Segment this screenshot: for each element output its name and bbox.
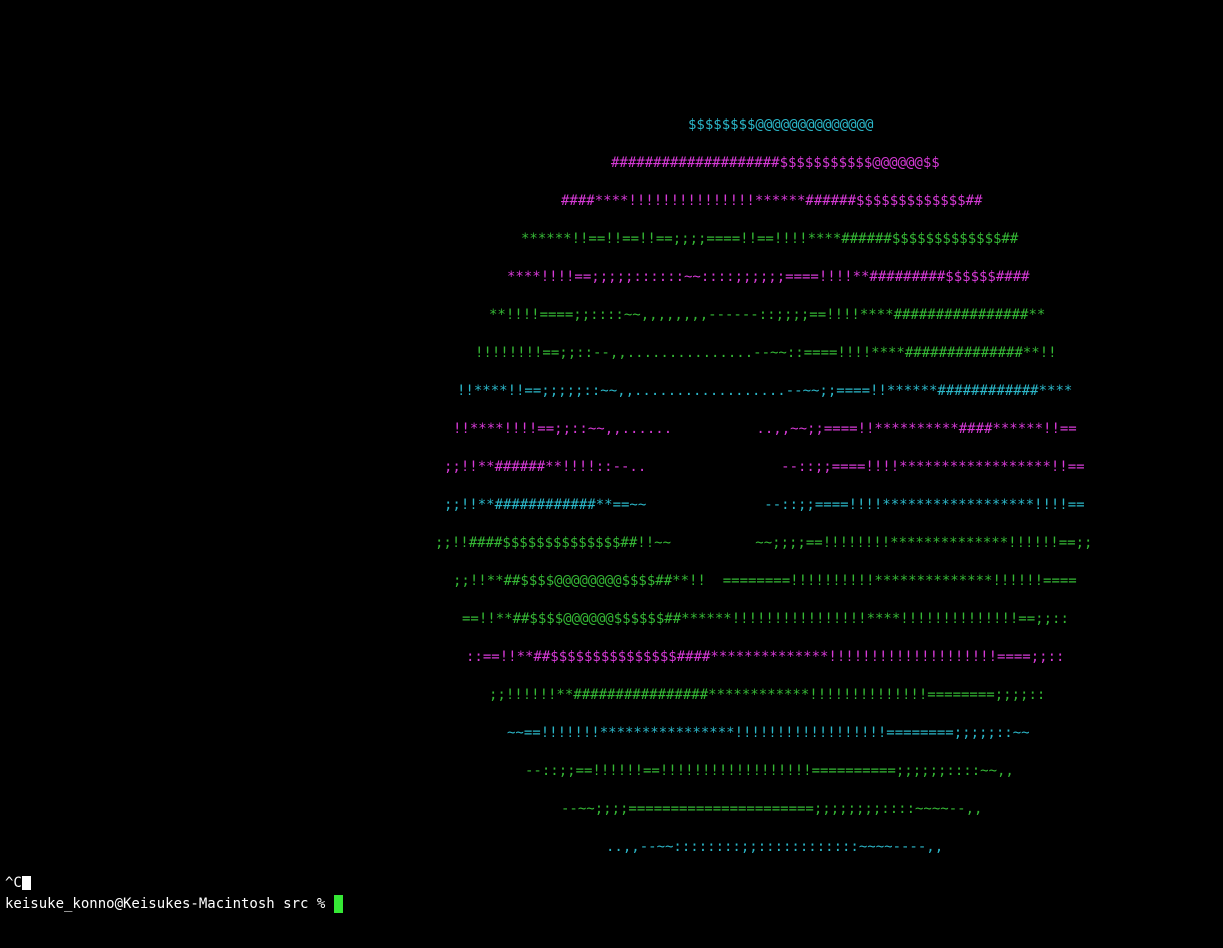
ascii-art-line: ;;!!**##$$$$@@@@@@@@$$$$##**!! ========!… xyxy=(453,573,1077,589)
ascii-art-line: --~~;;;;======================;;;;;;;;::… xyxy=(561,801,983,817)
ascii-art-line: !!****!!==;;;;;::~~,,..................-… xyxy=(457,383,1073,399)
ascii-art-line: ;;!!**######**!!!!::--.. --::;;====!!!!*… xyxy=(444,459,1085,475)
ascii-art-line: ;;!!**############**==~~ --::;;====!!!!*… xyxy=(444,497,1085,513)
text-cursor-icon xyxy=(333,895,343,913)
ascii-art-line: ******!!==!!==!!==;;;;====!!==!!!!****##… xyxy=(521,231,1019,247)
ascii-art-line: ****!!!!==;;;;;::::::~~::::;;;;;;====!!!… xyxy=(507,269,1030,285)
ascii-art-line: **!!!!====;;::::~~,,,,,,,,------::;;;;==… xyxy=(489,307,1046,323)
ascii-art-line: ~~==!!!!!!!****************!!!!!!!!!!!!!… xyxy=(507,725,1030,741)
ascii-art-line: !!!!!!!!==;;::--,,...............--~~::=… xyxy=(475,345,1057,361)
ascii-art-line: ####****!!!!!!!!!!!!!!!******######$$$$$… xyxy=(561,193,983,209)
ascii-art-line: ==!!**##$$$$@@@@@@$$$$$$##******!!!!!!!!… xyxy=(462,611,1069,627)
ascii-art-line: ;;!!####$$$$$$$$$$$$$$##!!~~ ~~;;;;==!!!… xyxy=(435,535,1093,551)
ascii-art-line: ####################$$$$$$$$$$$@@@@@@$$ xyxy=(611,155,940,171)
shell-prompt-line[interactable]: keisuke_konno@Keisukes-Macintosh src % xyxy=(5,895,343,913)
ascii-art-line: ::==!!**##$$$$$$$$$$$$$$$####***********… xyxy=(466,649,1065,665)
ascii-art-line: !!****!!!!==;;::~~,,...... ..,,~~;;====!… xyxy=(453,421,1077,437)
ascii-art-line: $$$$$$$$@@@@@@@@@@@@@@ xyxy=(688,117,874,133)
interrupt-text: ^C xyxy=(5,875,22,891)
ascii-art-line: ;;!!!!!!**################************!!… xyxy=(489,687,1046,703)
interrupt-line: ^C xyxy=(5,874,31,892)
stale-cursor-icon xyxy=(21,876,31,890)
shell-prompt-text: keisuke_konno@Keisukes-Macintosh src % xyxy=(5,896,334,912)
ascii-art-line: ..,,--~~::::::::;;::::::::::::~~~~----,, xyxy=(606,839,944,855)
ascii-art-line: --::;;==!!!!!!==!!!!!!!!!!!!!!!!!!======… xyxy=(525,763,1014,779)
terminal-window[interactable]: $$$$$$$$@@@@@@@@@@@@@@ ##################… xyxy=(0,0,1223,948)
